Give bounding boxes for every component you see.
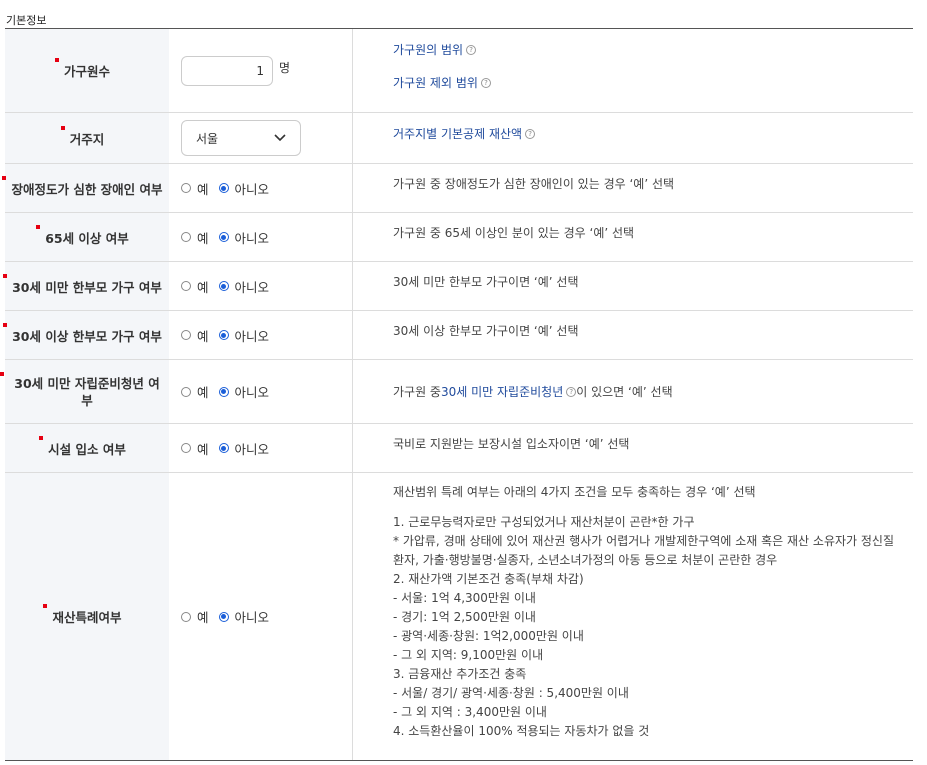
- radio-circle[interactable]: [181, 183, 191, 193]
- radio-yes[interactable]: 예: [181, 277, 209, 296]
- radio-no[interactable]: 아니오: [218, 607, 269, 626]
- radio-yes[interactable]: 예: [181, 439, 209, 458]
- residence-label: 거주지: [60, 125, 104, 148]
- row-description: 30세 이상 한부모 가구이면 ‘예’ 선택: [393, 324, 579, 338]
- radio-circle[interactable]: [181, 281, 191, 291]
- age-65-row: 65세 이상 여부 예 아니오 가구원 중 65세 이상인 분이 있는 경우 ‘…: [5, 213, 913, 262]
- condition-line: 2. 재산가액 기본조건 충족(부채 차감): [393, 572, 584, 586]
- radio-circle-selected[interactable]: [218, 611, 229, 622]
- condition-line: * 가압류, 경매 상태에 있어 재산권 행사가 어렵거나 개발제한구역에 소재…: [393, 534, 895, 548]
- single-parent-under-30-label: 30세 미만 한부모 가구 여부: [3, 273, 162, 296]
- radio-circle[interactable]: [181, 443, 191, 453]
- condition-line: - 광역·세종·창원: 1억2,000만원 이내: [393, 629, 584, 643]
- row-description: 가구원 중 장애정도가 심한 장애인이 있는 경우 ‘예’ 선택: [393, 177, 675, 191]
- property-exception-intro: 재산범위 특례 여부는 아래의 4가지 조건을 모두 충족하는 경우 ‘예’ 선…: [393, 485, 756, 499]
- row-description: 가구원 중 30세 미만 자립준비청년? 이 있으면 ‘예’ 선택: [393, 383, 673, 400]
- condition-line: 4. 소득환산율이 100% 적용되는 자동차가 없을 것: [393, 724, 650, 738]
- severe-disability-row: 장애정도가 심한 장애인 여부 예 아니오 가구원 중 장애정도가 심한 장애인…: [2, 164, 913, 213]
- condition-line: 환자, 가출·행방불명·실종자, 소년소녀가정의 아동 등으로 처분이 곤란한 …: [393, 553, 778, 567]
- single-parent-over-30-label: 30세 이상 한부모 가구 여부: [3, 322, 162, 345]
- single-parent-under-30-row: 30세 미만 한부모 가구 여부 예 아니오 30세 미만 한부모 가구이면 ‘…: [3, 262, 913, 311]
- residence-select[interactable]: 서울: [181, 120, 301, 156]
- condition-line: - 경기: 1억 2,500만원 이내: [393, 610, 536, 624]
- severe-disability-label: 장애정도가 심한 장애인 여부: [2, 175, 163, 198]
- single-parent-over-30-row: 30세 이상 한부모 가구 여부 예 아니오 30세 이상 한부모 가구이면 ‘…: [3, 311, 913, 360]
- radio-yes[interactable]: 예: [181, 607, 209, 626]
- radio-circle[interactable]: [181, 611, 191, 622]
- residence-deduction-link[interactable]: 거주지별 기본공제 재산액?: [393, 125, 913, 142]
- radio-circle-selected[interactable]: [218, 443, 229, 453]
- radio-no[interactable]: 아니오: [218, 277, 269, 296]
- facility-admission-row: 시설 입소 여부 예 아니오 국비로 지원받는 보장시설 입소자이면 ‘예’ 선…: [5, 424, 913, 473]
- household-exclusion-link[interactable]: 가구원 제외 범위?: [393, 74, 913, 91]
- household-count-label: 가구원수: [54, 58, 110, 80]
- radio-yes[interactable]: 예: [181, 228, 209, 247]
- condition-line: 1. 근로무능력자로만 구성되었거나 재산처분이 곤란*한 가구: [393, 515, 695, 529]
- radio-circle-selected[interactable]: [218, 281, 229, 291]
- radio-no[interactable]: 아니오: [218, 326, 269, 345]
- self-reliance-youth-row: 30세 미만 자립준비청년 여부 예 아니오 가구원 중 30세 미만 자립준비…: [0, 360, 913, 424]
- household-scope-link[interactable]: 가구원의 범위?: [393, 41, 913, 58]
- household-count-unit: 명: [279, 61, 291, 75]
- radio-no[interactable]: 아니오: [218, 179, 269, 198]
- help-icon[interactable]: ?: [466, 44, 477, 55]
- radio-circle-selected[interactable]: [218, 183, 229, 193]
- help-icon[interactable]: ?: [480, 77, 491, 88]
- radio-no[interactable]: 아니오: [218, 439, 269, 458]
- section-title: 기본정보: [6, 14, 47, 27]
- condition-line: 3. 금융재산 추가조건 충족: [393, 667, 527, 681]
- help-icon[interactable]: ?: [566, 386, 577, 397]
- radio-circle[interactable]: [181, 330, 191, 340]
- radio-yes[interactable]: 예: [181, 326, 209, 345]
- row-description: 30세 미만 한부모 가구이면 ‘예’ 선택: [393, 275, 579, 289]
- residence-row: 거주지 서울 거주지별 기본공제 재산액?: [5, 113, 913, 164]
- condition-line: - 그 외 지역: 9,100만원 이내: [393, 648, 544, 662]
- condition-line: - 서울/ 경기/ 광역·세종·창원 : 5,400만원 이내: [393, 686, 629, 700]
- self-reliance-youth-label: 30세 미만 자립준비청년 여부: [0, 371, 165, 409]
- chevron-down-icon: [274, 134, 286, 142]
- row-description: 국비로 지원받는 보장시설 입소자이면 ‘예’ 선택: [393, 437, 630, 451]
- radio-circle[interactable]: [181, 232, 191, 242]
- radio-circle-selected[interactable]: [218, 330, 229, 340]
- facility-admission-label: 시설 입소 여부: [39, 435, 126, 458]
- radio-no[interactable]: 아니오: [218, 228, 269, 247]
- radio-no[interactable]: 아니오: [218, 382, 269, 401]
- radio-circle[interactable]: [181, 386, 191, 397]
- household-count-input[interactable]: 1: [181, 55, 273, 86]
- age-65-label: 65세 이상 여부: [36, 224, 129, 247]
- radio-yes[interactable]: 예: [181, 179, 209, 198]
- condition-line: - 그 외 지역 : 3,400만원 이내: [393, 705, 547, 719]
- property-exception-row: 재산특례여부 예 아니오 재산범위 특례 여부는 아래의 4가지 조건을 모두 …: [5, 473, 913, 760]
- row-description: 가구원 중 65세 이상인 분이 있는 경우 ‘예’ 선택: [393, 226, 635, 240]
- self-reliance-youth-link[interactable]: 30세 미만 자립준비청년?: [441, 383, 577, 400]
- radio-circle-selected[interactable]: [218, 386, 229, 397]
- radio-circle-selected[interactable]: [218, 232, 229, 242]
- help-icon[interactable]: ?: [525, 128, 536, 139]
- property-exception-label: 재산특례여부: [43, 604, 122, 626]
- condition-line: - 서울: 1억 4,300만원 이내: [393, 591, 536, 605]
- household-count-row: 가구원수 1 명 가구원의 범위? 가구원 제외 범위?: [5, 29, 913, 113]
- basic-info-table: 가구원수 1 명 가구원의 범위? 가구원 제외 범위? 거주지 서울 거주지별…: [0, 28, 913, 761]
- radio-yes[interactable]: 예: [181, 382, 209, 401]
